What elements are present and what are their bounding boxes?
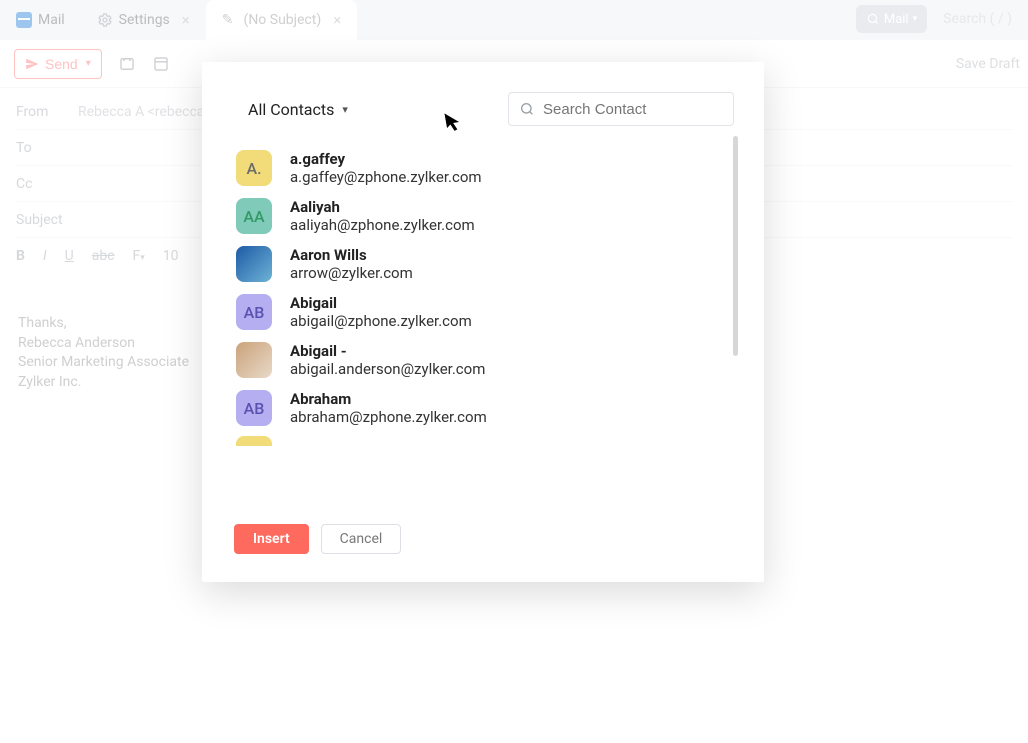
global-search-placeholder: Search ( / ): [943, 11, 1012, 27]
tab-settings-label: Settings: [119, 12, 170, 28]
send-button[interactable]: Send ▾: [14, 49, 102, 79]
global-search[interactable]: Search ( / ): [935, 5, 1020, 33]
attachment-icon[interactable]: [118, 55, 136, 73]
chevron-down-icon: ▾: [342, 103, 348, 116]
contact-picker-modal: All Contacts ▾ A. a.gaffeya.gaffey@zphone…: [202, 62, 764, 582]
contact-name: Abigail -: [290, 342, 485, 360]
save-draft-link[interactable]: Save Draft: [956, 56, 1020, 72]
tab-mail[interactable]: Mail: [0, 0, 81, 40]
contact-name: Aaron Wills: [290, 246, 413, 264]
contact-name: Abraham: [290, 390, 487, 408]
close-icon[interactable]: ×: [333, 11, 341, 29]
font-family-button[interactable]: F▾: [133, 248, 145, 264]
contact-name: Abigail: [290, 294, 472, 312]
contact-row[interactable]: A. a.gaffeya.gaffey@zphone.zylker.com: [236, 144, 764, 192]
tab-bar: Mail Settings × (No Subject) × Mail ▾ Se…: [0, 0, 1028, 40]
contact-list: A. a.gaffeya.gaffey@zphone.zylker.com AA Aa…: [236, 144, 764, 432]
contact-name: Aaliyah: [290, 198, 475, 216]
contact-filter-dropdown[interactable]: All Contacts ▾: [248, 100, 348, 119]
from-label: From: [16, 104, 68, 120]
scrollbar[interactable]: [733, 136, 738, 356]
insert-button[interactable]: Insert: [234, 524, 309, 554]
contact-email: abraham@zphone.zylker.com: [290, 408, 487, 426]
tab-compose-label: (No Subject): [244, 12, 322, 28]
contact-email: abigail@zphone.zylker.com: [290, 312, 472, 330]
tab-mail-label: Mail: [38, 12, 65, 28]
avatar: AB: [236, 390, 272, 426]
tab-settings[interactable]: Settings ×: [81, 0, 206, 40]
contact-email: aaliyah@zphone.zylker.com: [290, 216, 475, 234]
cc-label: Cc: [16, 176, 68, 192]
avatar: [236, 342, 272, 378]
contact-row[interactable]: Aaron Willsarrow@zylker.com: [236, 240, 764, 288]
template-icon[interactable]: [152, 55, 170, 73]
send-button-label: Send: [45, 56, 78, 72]
avatar: [236, 436, 272, 446]
tab-compose[interactable]: (No Subject) ×: [206, 0, 357, 40]
avatar: AB: [236, 294, 272, 330]
contact-row[interactable]: AA Aaliyahaaliyah@zphone.zylker.com: [236, 192, 764, 240]
mail-dropdown-button[interactable]: Mail ▾: [856, 5, 927, 33]
subject-label: Subject: [16, 212, 63, 228]
avatar: AA: [236, 198, 272, 234]
gear-icon: [97, 12, 113, 28]
contact-email: a.gaffey@zphone.zylker.com: [290, 168, 482, 186]
contact-search-input[interactable]: [543, 101, 723, 118]
to-label: To: [16, 140, 68, 156]
contact-row[interactable]: AB Abigailabigail@zphone.zylker.com: [236, 288, 764, 336]
avatar: A.: [236, 150, 272, 186]
contact-name: a.gaffey: [290, 150, 482, 168]
strikethrough-button[interactable]: abc: [92, 248, 115, 264]
contact-email: abigail.anderson@zylker.com: [290, 360, 485, 378]
contact-filter-label: All Contacts: [248, 100, 334, 119]
mail-dropdown-label: Mail: [884, 12, 909, 27]
underline-button[interactable]: U: [65, 248, 74, 264]
font-size-button[interactable]: 10: [163, 248, 179, 264]
chevron-down-icon: ▾: [86, 58, 91, 69]
bold-button[interactable]: B: [16, 248, 25, 264]
contact-row[interactable]: AB Abrahamabraham@zphone.zylker.com: [236, 384, 764, 432]
italic-button[interactable]: I: [43, 248, 47, 264]
mail-icon: [16, 12, 32, 28]
avatar: [236, 246, 272, 282]
contact-row[interactable]: Abigail -abigail.anderson@zylker.com: [236, 336, 764, 384]
contact-email: arrow@zylker.com: [290, 264, 413, 282]
contact-search[interactable]: [508, 92, 734, 126]
cancel-button[interactable]: Cancel: [321, 524, 402, 554]
search-icon: [519, 101, 535, 117]
close-icon[interactable]: ×: [182, 11, 190, 29]
chevron-down-icon: ▾: [913, 14, 918, 24]
